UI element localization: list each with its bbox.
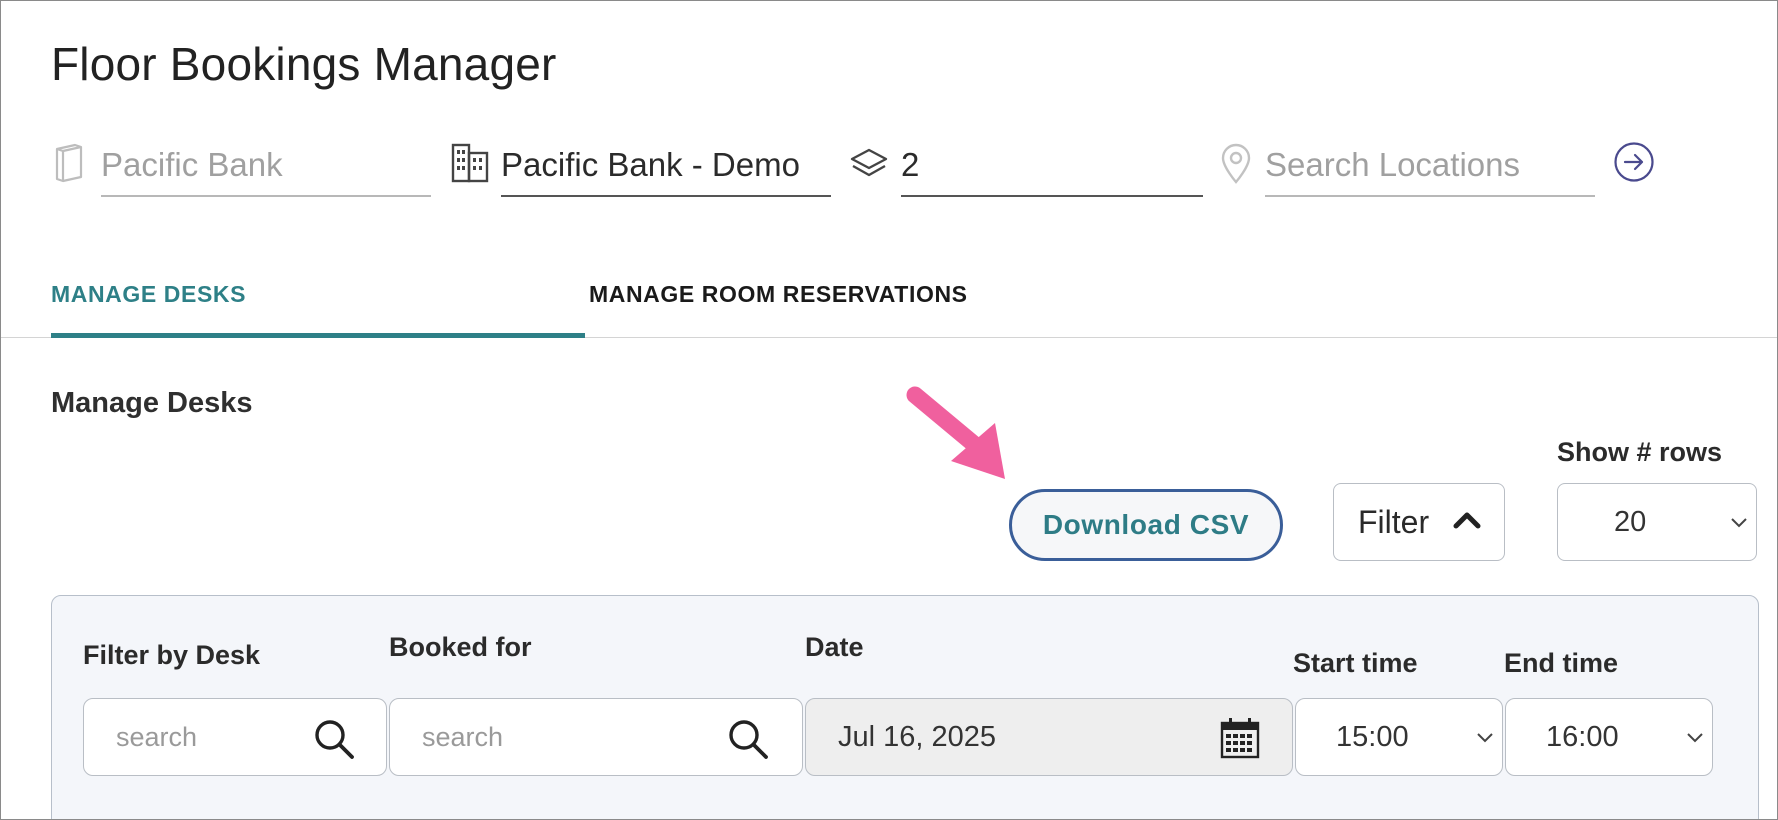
app-window: Floor Bookings Manager Pacific Bank Paci… xyxy=(0,0,1778,820)
date-value: Jul 16, 2025 xyxy=(838,721,997,753)
rows-per-page-label: Show # rows xyxy=(1557,437,1723,467)
start-time-select[interactable]: 15:00 xyxy=(1295,698,1503,776)
floor-field[interactable]: 2 xyxy=(901,139,1203,201)
end-time-label: End time xyxy=(1504,648,1619,678)
tab-bar: MANAGE DESKS MANAGE ROOM RESERVATIONS xyxy=(1,261,1777,338)
date-picker-input[interactable]: Jul 16, 2025 xyxy=(805,698,1293,776)
building-icon xyxy=(451,143,489,188)
filter-button-label: Filter xyxy=(1358,504,1430,540)
location-search-placeholder: Search Locations xyxy=(1265,139,1595,197)
search-icon[interactable] xyxy=(726,717,770,766)
date-label: Date xyxy=(805,632,864,662)
calendar-icon[interactable] xyxy=(1220,717,1260,764)
desk-search-input[interactable]: search xyxy=(83,698,387,776)
chevron-down-icon xyxy=(1686,731,1704,749)
tab-manage-desks[interactable]: MANAGE DESKS xyxy=(51,261,585,338)
chevron-down-icon xyxy=(1476,731,1494,749)
filter-toggle-button[interactable]: Filter xyxy=(1333,483,1505,561)
map-pin-icon xyxy=(1219,143,1253,190)
organization-value: Pacific Bank xyxy=(101,139,431,197)
booked-for-search-input[interactable]: search xyxy=(389,698,803,776)
floor-value: 2 xyxy=(901,139,1203,197)
layers-icon xyxy=(849,147,889,186)
site-field[interactable]: Pacific Bank - Demo xyxy=(501,139,831,201)
desk-filter-label: Filter by Desk xyxy=(83,640,261,670)
chevron-down-icon xyxy=(1730,516,1748,534)
location-search-field[interactable]: Search Locations xyxy=(1265,139,1595,201)
section-title: Manage Desks xyxy=(51,387,253,419)
search-icon[interactable] xyxy=(312,717,356,766)
booked-for-label: Booked for xyxy=(389,632,532,662)
filter-panel: Filter by Desk Booked for Date Start tim… xyxy=(51,595,1759,819)
page-title: Floor Bookings Manager xyxy=(51,38,557,90)
download-csv-button[interactable]: Download CSV xyxy=(1009,489,1283,561)
start-time-value: 15:00 xyxy=(1336,721,1409,753)
end-time-select[interactable]: 16:00 xyxy=(1505,698,1713,776)
rows-per-page-value: 20 xyxy=(1614,506,1647,538)
book-icon xyxy=(51,143,85,188)
organization-field[interactable]: Pacific Bank xyxy=(101,139,431,201)
annotation-arrow xyxy=(906,386,1005,479)
rows-per-page-select[interactable]: 20 xyxy=(1557,483,1757,561)
go-button[interactable] xyxy=(1613,141,1655,183)
booked-for-placeholder: search xyxy=(422,722,504,752)
site-value: Pacific Bank - Demo xyxy=(501,139,831,197)
start-time-label: Start time xyxy=(1293,648,1418,678)
tab-manage-room-reservations[interactable]: MANAGE ROOM RESERVATIONS xyxy=(589,261,968,333)
chevron-up-icon xyxy=(1452,508,1482,535)
arrow-right-circle-icon xyxy=(1614,142,1654,182)
end-time-value: 16:00 xyxy=(1546,721,1619,753)
desk-search-placeholder: search xyxy=(116,722,198,752)
